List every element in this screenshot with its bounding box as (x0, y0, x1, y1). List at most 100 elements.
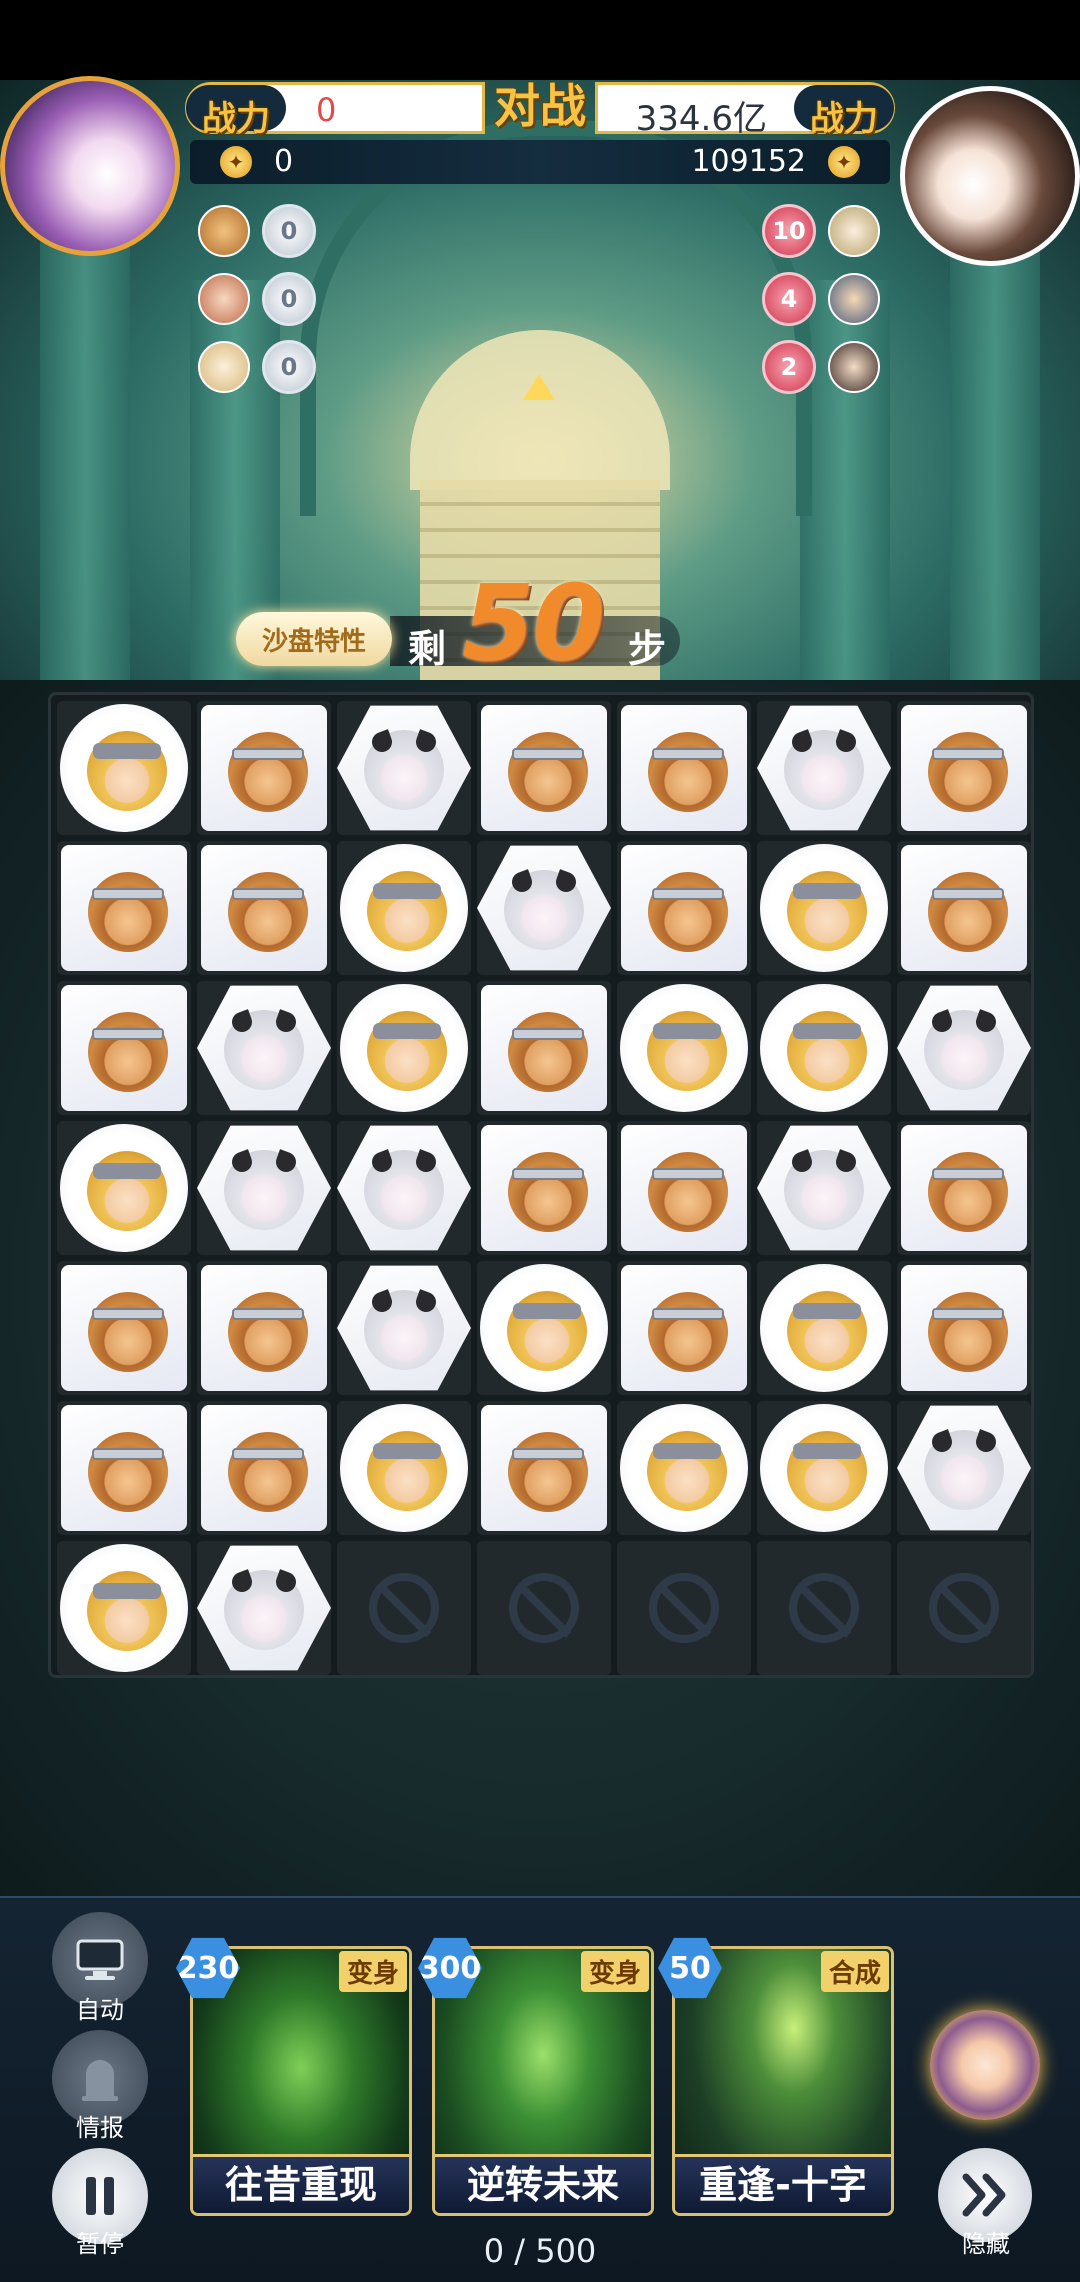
intel-label: 情报 (76, 2114, 124, 2142)
board-cell[interactable] (757, 981, 891, 1115)
right-team-hero-1[interactable] (828, 205, 880, 257)
board-cell[interactable] (477, 1401, 611, 1535)
board-cell[interactable] (477, 981, 611, 1115)
tile-white (897, 1405, 1031, 1531)
blocked-icon (649, 1573, 719, 1643)
board-cell[interactable] (57, 1401, 191, 1535)
right-team-hero-3[interactable] (828, 341, 880, 393)
monkey-hero-icon (928, 732, 1008, 812)
board-cell[interactable] (757, 841, 891, 975)
board-cell[interactable] (617, 1261, 751, 1395)
board-cell[interactable] (197, 1261, 331, 1395)
monkey-hero-icon (228, 732, 308, 812)
monkey-hero-icon (508, 732, 588, 812)
board-cell[interactable] (337, 1261, 471, 1395)
white-hero-icon (924, 1430, 1004, 1510)
monkey-hero-icon (88, 1012, 168, 1092)
pillar-right-inner (800, 280, 890, 680)
board-cell[interactable] (757, 1261, 891, 1395)
board-cell[interactable] (337, 981, 471, 1115)
board-cell[interactable] (897, 981, 1031, 1115)
board-cell[interactable] (617, 841, 751, 975)
board-cell[interactable] (337, 1401, 471, 1535)
board-cell[interactable] (197, 841, 331, 975)
card-tag: 合成 (820, 1951, 889, 1992)
sandtable-feature-button[interactable]: 沙盘特性 (236, 612, 392, 666)
board-cell[interactable] (197, 701, 331, 835)
left-team-hero-2[interactable] (198, 273, 250, 325)
board-cell[interactable] (897, 701, 1031, 835)
intel-icon (82, 2060, 118, 2101)
board-cell[interactable] (897, 1121, 1031, 1255)
tile-monkey (201, 1265, 327, 1391)
vs-label: 对战 (494, 79, 586, 133)
monkey-hero-icon (648, 872, 728, 952)
board-cell[interactable] (197, 981, 331, 1115)
board-cell[interactable] (57, 1541, 191, 1675)
tile-blond (620, 1404, 748, 1532)
card-name: 重逢-十字 (675, 2154, 891, 2213)
opponent-avatar[interactable] (900, 86, 1080, 266)
white-hero-icon (504, 870, 584, 950)
board-cell[interactable] (197, 1401, 331, 1535)
board-cell[interactable] (477, 701, 611, 835)
monkey-hero-icon (88, 1432, 168, 1512)
board-cell[interactable] (57, 701, 191, 835)
board-cell[interactable] (757, 701, 891, 835)
white-hero-icon (364, 1150, 444, 1230)
board-cell[interactable] (757, 1121, 891, 1255)
board-cell[interactable] (477, 1541, 611, 1675)
board-cell[interactable] (337, 841, 471, 975)
card-tag: 变身 (580, 1951, 649, 1992)
board-cell[interactable] (617, 701, 751, 835)
blond-hero-icon (87, 731, 167, 811)
board-cell[interactable] (897, 841, 1031, 975)
board-cell[interactable] (197, 1121, 331, 1255)
board-cell[interactable] (617, 1121, 751, 1255)
tile-blond (60, 1124, 188, 1252)
board-cell[interactable] (337, 701, 471, 835)
blocked-icon (929, 1573, 999, 1643)
blond-hero-icon (647, 1011, 727, 1091)
score-row: ✦ 0 109152 ✦ (190, 140, 890, 184)
blocked-icon (789, 1573, 859, 1643)
board-cell[interactable] (57, 1121, 191, 1255)
board-cell[interactable] (197, 1541, 331, 1675)
board-cell[interactable] (477, 841, 611, 975)
right-team-hero-2[interactable] (828, 273, 880, 325)
tile-monkey (61, 845, 187, 971)
board-cell[interactable] (757, 1401, 891, 1535)
board-cell[interactable] (617, 1541, 751, 1675)
board-cell[interactable] (57, 981, 191, 1115)
tile-blond (620, 984, 748, 1112)
left-team-hero-3[interactable] (198, 341, 250, 393)
left-team-count-2: 0 (262, 272, 316, 326)
left-team-hero-1[interactable] (198, 205, 250, 257)
hide-label: 隐藏 (962, 2230, 1010, 2258)
star-icon: ✦ (220, 146, 252, 178)
board-cell[interactable] (617, 1401, 751, 1535)
right-score: 109152 (691, 144, 806, 179)
board-cell[interactable] (897, 1541, 1031, 1675)
board-cell[interactable] (337, 1121, 471, 1255)
board-cell[interactable] (337, 1541, 471, 1675)
board-cell[interactable] (897, 1401, 1031, 1535)
tile-blond (760, 1264, 888, 1392)
board-cell[interactable] (477, 1261, 611, 1395)
blond-hero-icon (87, 1151, 167, 1231)
board-cell[interactable] (897, 1261, 1031, 1395)
monkey-hero-icon (228, 1292, 308, 1372)
pause-label: 暂停 (76, 2230, 124, 2258)
board-cell[interactable] (477, 1121, 611, 1255)
tile-white (197, 985, 331, 1111)
blocked-icon (509, 1573, 579, 1643)
board-cell[interactable] (617, 981, 751, 1115)
board-cell[interactable] (757, 1541, 891, 1675)
board-cell[interactable] (57, 841, 191, 975)
tile-white (477, 845, 611, 971)
player-avatar[interactable] (0, 76, 180, 256)
helper-avatar[interactable] (930, 2010, 1040, 2120)
right-power-box: 334.6亿 战力 (595, 82, 895, 139)
board-cell[interactable] (57, 1261, 191, 1395)
right-team-count-2: 4 (762, 272, 816, 326)
